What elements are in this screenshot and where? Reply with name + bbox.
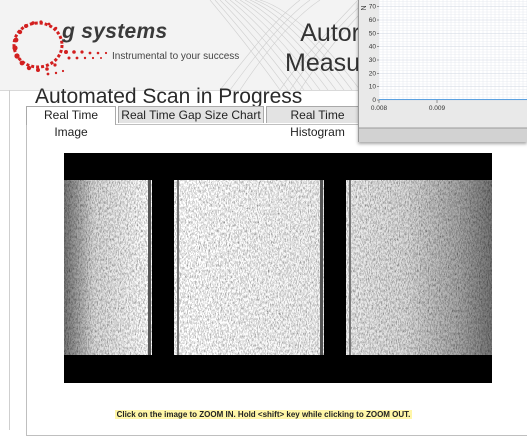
chart-x-tick-label: 0.008 [371,105,388,112]
chart-y-tick-label: 40 [369,44,377,51]
chart-y-tick-label: 30 [369,57,377,64]
app-window: g systems Instrumental to your success A… [0,0,527,436]
zoom-hint-text: Click on the image to ZOOM IN. Hold <shi… [114,410,413,419]
tab-real-time-gap-size-chart[interactable]: Real Time Gap Size Chart [118,106,264,123]
chart-plot-area [379,0,527,100]
tab-real-time-histogram[interactable]: Real Time Histogram [266,106,369,139]
page-title-line-2: Measur [285,49,360,77]
chart-x-tick-label: 0.009 [429,105,446,112]
page-title: Autor Measur [285,18,360,78]
chart-y-tick-label: 0 [372,97,376,104]
page-title-line-1: Autor [300,19,360,47]
gap-size-chart: 0 10 20 30 40 50 60 70 0.008 0.009 N [359,0,527,142]
frame-divider [9,90,10,430]
real-time-scan-image[interactable] [64,153,492,383]
chart-y-tick-label: 70 [369,4,377,11]
gap-size-chart-window: 0 10 20 30 40 50 60 70 0.008 0.009 N [358,0,527,142]
brand-tagline: Instrumental to your success [112,51,240,62]
brand-name: g systems [62,20,168,43]
chart-y-tick-label: 10 [369,84,377,91]
chart-y-tick-label: 20 [369,70,377,77]
chart-y-tick-label: 50 [369,30,377,37]
chart-y-label: N [361,5,368,10]
chart-y-tick-label: 60 [369,17,377,24]
zoom-hint: Click on the image to ZOOM IN. Hold <shi… [0,404,527,422]
tab-real-time-image[interactable]: Real Time Image [26,106,116,139]
